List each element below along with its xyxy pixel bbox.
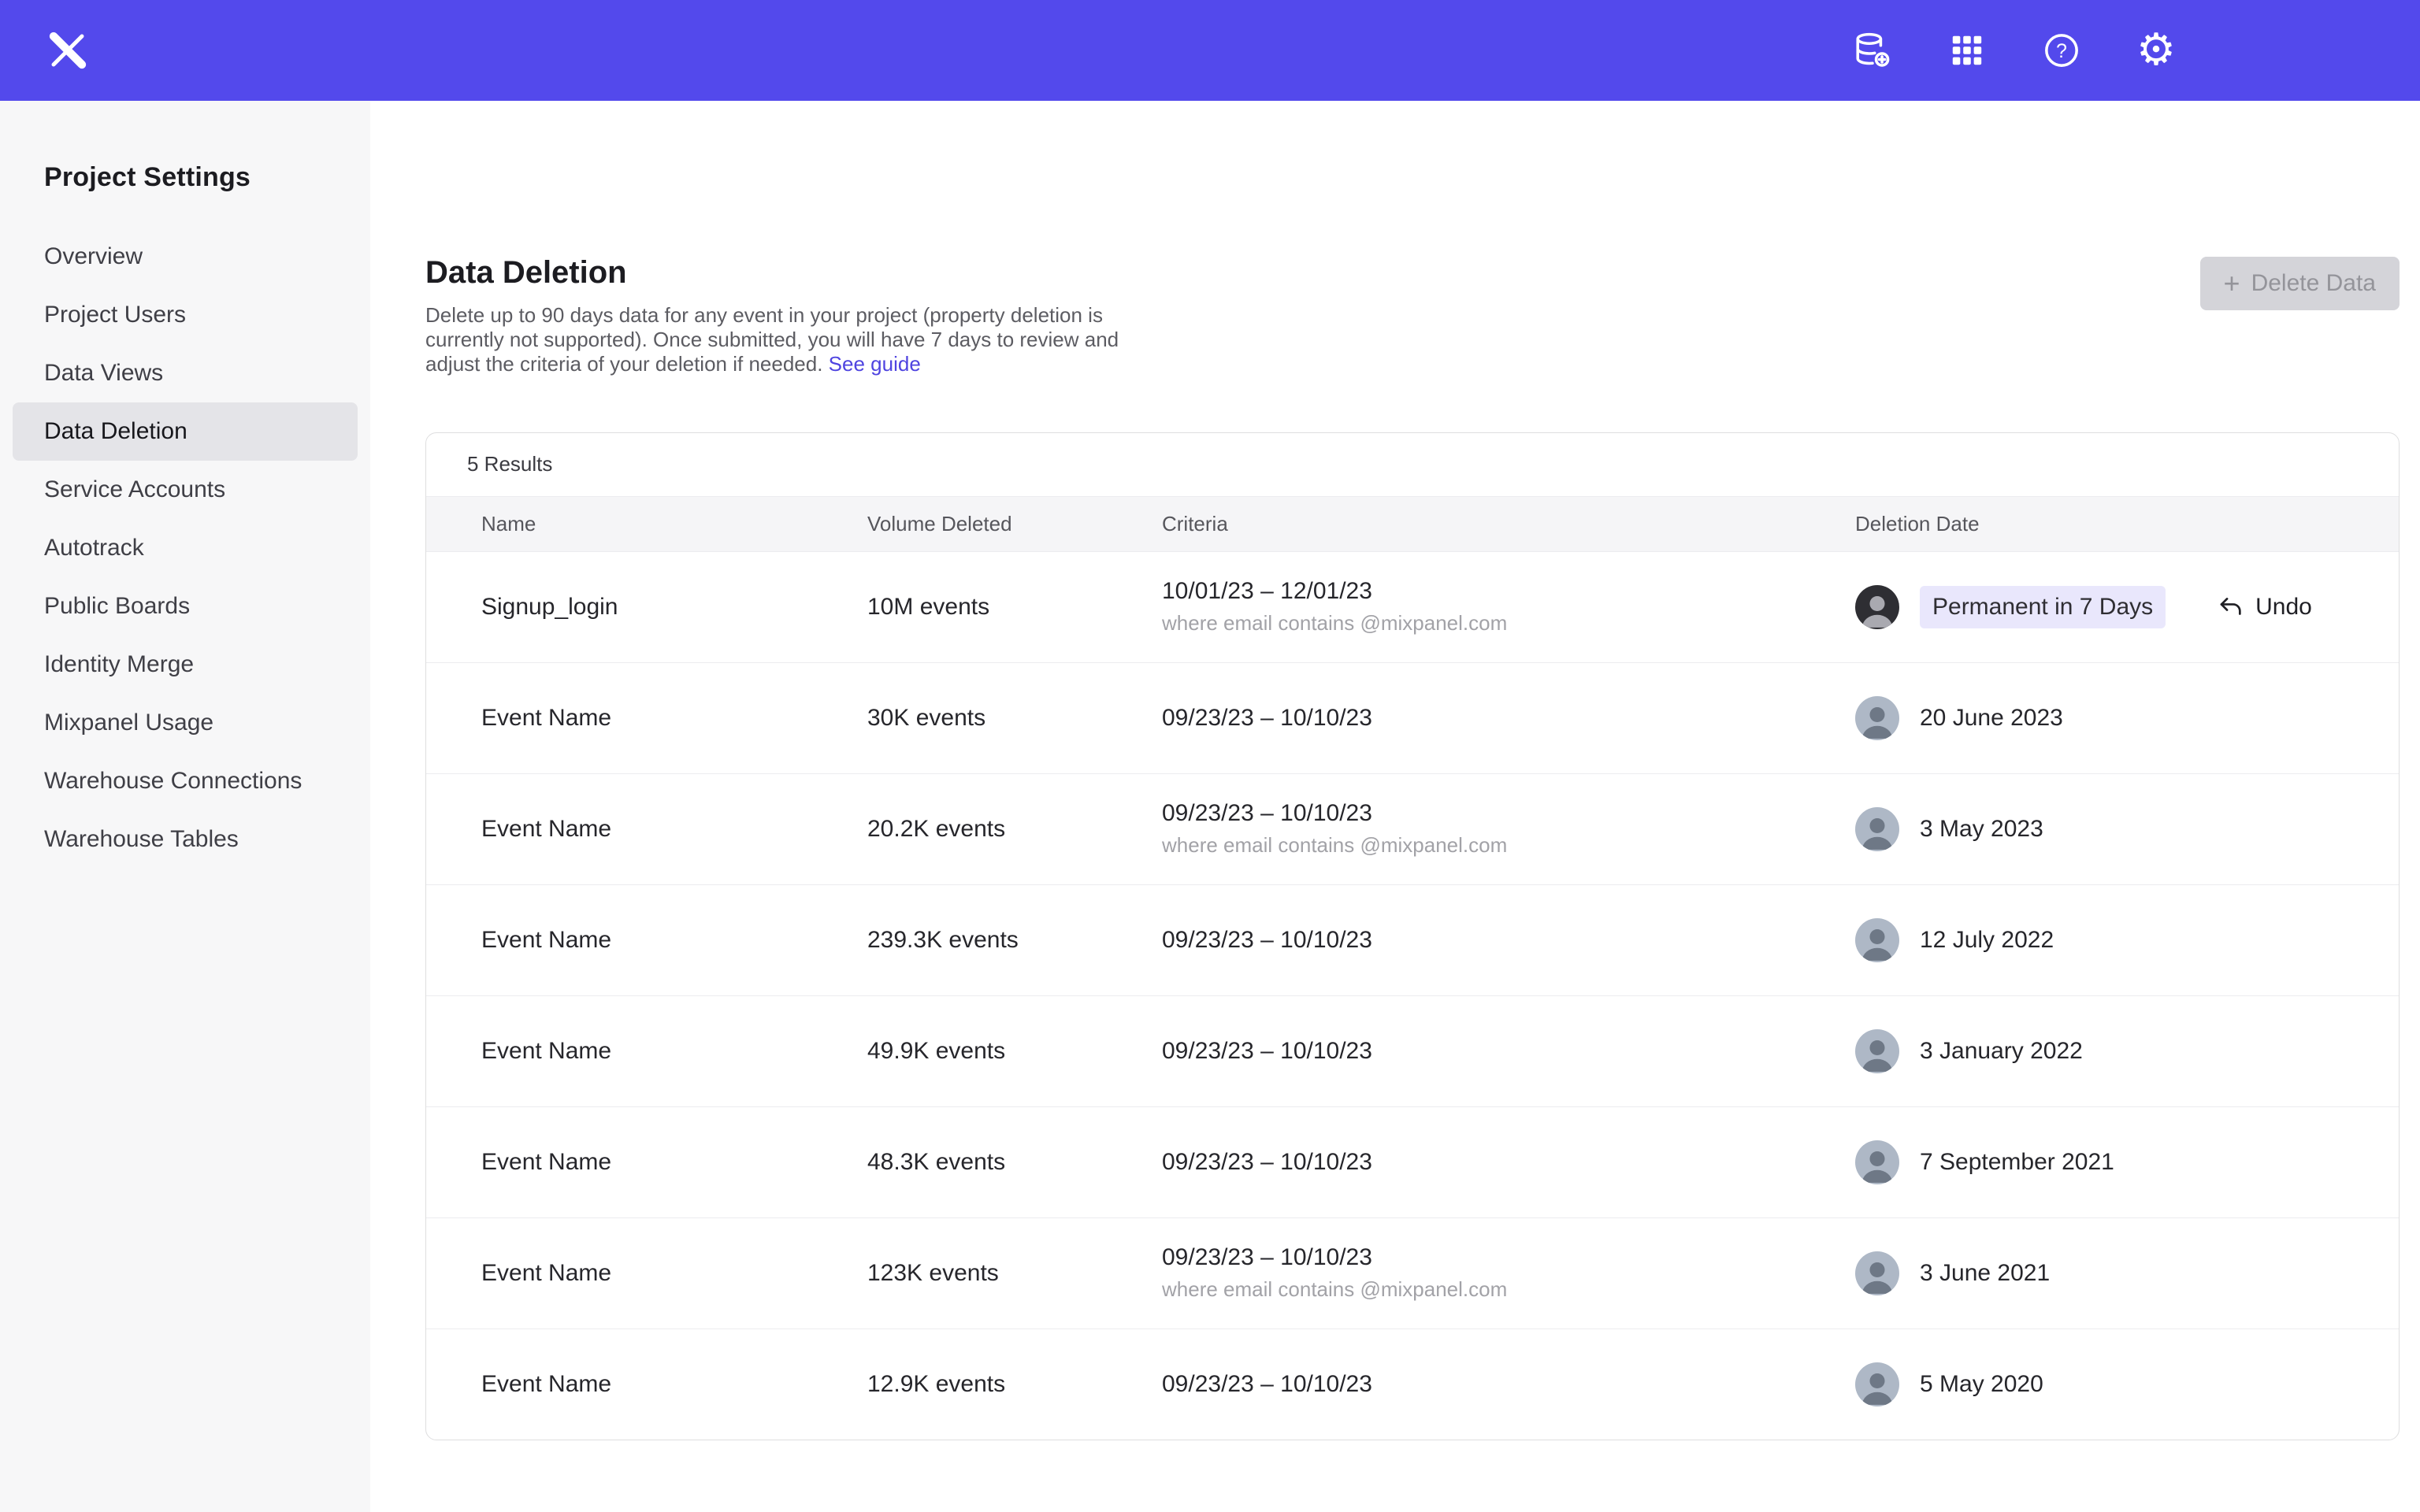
apps-grid-icon[interactable] — [1946, 29, 1988, 72]
avatar — [1855, 1029, 1899, 1073]
deletion-date: 3 June 2021 — [1920, 1260, 2050, 1287]
column-header-criteria: Criteria — [1162, 512, 1855, 536]
table-body: Signup_login10M events10/01/23 – 12/01/2… — [426, 551, 2399, 1440]
avatar — [1855, 918, 1899, 962]
avatar — [1855, 807, 1899, 851]
row-criteria: 09/23/23 – 10/10/23 — [1162, 1149, 1855, 1176]
deletion-date: 12 July 2022 — [1920, 927, 2054, 954]
deletion-date: 3 May 2023 — [1920, 816, 2043, 843]
avatar — [1855, 696, 1899, 740]
topbar: ? ⚙ — [0, 0, 2420, 101]
row-volume: 10M events — [867, 594, 1162, 621]
column-header-name: Name — [481, 512, 867, 536]
page-title: Data Deletion — [425, 255, 1126, 291]
undo-label: Undo — [2255, 594, 2312, 621]
main-content: Data Deletion Delete up to 90 days data … — [370, 101, 2420, 1512]
deletion-date: 5 May 2020 — [1920, 1371, 2043, 1398]
main-header: Data Deletion Delete up to 90 days data … — [425, 255, 2400, 377]
table-row: Event Name239.3K events09/23/23 – 10/10/… — [426, 884, 2399, 995]
row-criteria-filter: where email contains @mixpanel.com — [1162, 833, 1855, 858]
sidebar-title: Project Settings — [0, 162, 370, 193]
row-volume: 20.2K events — [867, 816, 1162, 843]
row-criteria: 09/23/23 – 10/10/23where email contains … — [1162, 800, 1855, 858]
row-deletion: 3 June 2021 — [1855, 1251, 2344, 1295]
row-criteria-filter: where email contains @mixpanel.com — [1162, 611, 1855, 636]
row-volume: 49.9K events — [867, 1038, 1162, 1065]
page-description: Delete up to 90 days data for any event … — [425, 303, 1126, 377]
deletion-table-card: 5 Results Name Volume Deleted Criteria D… — [425, 432, 2400, 1440]
avatar — [1855, 1251, 1899, 1295]
plus-icon: + — [2224, 269, 2240, 298]
sidebar-item-data-views[interactable]: Data Views — [13, 344, 358, 402]
avatar — [1855, 585, 1899, 629]
row-volume: 123K events — [867, 1260, 1162, 1287]
row-criteria-filter: where email contains @mixpanel.com — [1162, 1277, 1855, 1302]
row-name: Event Name — [481, 1260, 867, 1287]
sidebar-item-warehouse-tables[interactable]: Warehouse Tables — [13, 810, 358, 869]
table-row: Event Name49.9K events09/23/23 – 10/10/2… — [426, 995, 2399, 1106]
row-name: Event Name — [481, 1371, 867, 1398]
gear-icon[interactable]: ⚙ — [2135, 29, 2177, 72]
deletion-date: 3 January 2022 — [1920, 1038, 2083, 1065]
avatar — [1855, 1362, 1899, 1406]
row-deletion: 20 June 2023 — [1855, 696, 2344, 740]
column-header-volume: Volume Deleted — [867, 512, 1162, 536]
help-icon[interactable]: ? — [2040, 29, 2083, 72]
row-name: Event Name — [481, 816, 867, 843]
sidebar-item-identity-merge[interactable]: Identity Merge — [13, 636, 358, 694]
row-deletion: Permanent in 7 Days Undo — [1855, 585, 2344, 629]
sidebar-item-public-boards[interactable]: Public Boards — [13, 577, 358, 636]
delete-data-button[interactable]: + Delete Data — [2200, 257, 2400, 310]
table-row: Signup_login10M events10/01/23 – 12/01/2… — [426, 551, 2399, 662]
row-deletion: 12 July 2022 — [1855, 918, 2344, 962]
row-name: Event Name — [481, 1038, 867, 1065]
column-header-deletion-date: Deletion Date — [1855, 512, 2344, 536]
row-deletion: 5 May 2020 — [1855, 1362, 2344, 1406]
avatar — [1855, 1140, 1899, 1184]
row-name: Event Name — [481, 927, 867, 954]
row-volume: 48.3K events — [867, 1149, 1162, 1176]
undo-icon — [2218, 594, 2244, 621]
topbar-icons: ? ⚙ — [1851, 29, 2177, 72]
row-deletion: 3 May 2023 — [1855, 807, 2344, 851]
row-criteria: 09/23/23 – 10/10/23 — [1162, 1038, 1855, 1065]
sidebar-item-overview[interactable]: Overview — [13, 228, 358, 286]
table-row: Event Name30K events09/23/23 – 10/10/23 2… — [426, 662, 2399, 773]
table-header-row: Name Volume Deleted Criteria Deletion Da… — [426, 496, 2399, 551]
deletion-date: 7 September 2021 — [1920, 1149, 2114, 1176]
row-volume: 12.9K events — [867, 1371, 1162, 1398]
sidebar-list: OverviewProject UsersData ViewsData Dele… — [0, 228, 370, 869]
sidebar-item-mixpanel-usage[interactable]: Mixpanel Usage — [13, 694, 358, 752]
row-criteria: 09/23/23 – 10/10/23 — [1162, 927, 1855, 954]
results-count: 5 Results — [426, 433, 2399, 496]
row-volume: 239.3K events — [867, 927, 1162, 954]
undo-button[interactable]: Undo — [2218, 594, 2312, 621]
sidebar: Project Settings OverviewProject UsersDa… — [0, 101, 370, 1512]
sidebar-item-project-users[interactable]: Project Users — [13, 286, 358, 344]
row-criteria: 09/23/23 – 10/10/23where email contains … — [1162, 1244, 1855, 1302]
row-volume: 30K events — [867, 705, 1162, 732]
row-deletion: 7 September 2021 — [1855, 1140, 2344, 1184]
table-row: Event Name20.2K events09/23/23 – 10/10/2… — [426, 773, 2399, 884]
mixpanel-logo-icon[interactable] — [44, 27, 91, 74]
row-name: Event Name — [481, 1149, 867, 1176]
sidebar-item-warehouse-connections[interactable]: Warehouse Connections — [13, 752, 358, 810]
row-criteria: 10/01/23 – 12/01/23where email contains … — [1162, 578, 1855, 636]
row-criteria: 09/23/23 – 10/10/23 — [1162, 705, 1855, 732]
svg-text:?: ? — [2056, 40, 2067, 62]
see-guide-link[interactable]: See guide — [829, 352, 921, 376]
deletion-status-badge: Permanent in 7 Days — [1920, 586, 2166, 628]
table-row: Event Name48.3K events09/23/23 – 10/10/2… — [426, 1106, 2399, 1217]
sidebar-item-data-deletion[interactable]: Data Deletion — [13, 402, 358, 461]
row-name: Event Name — [481, 705, 867, 732]
table-row: Event Name12.9K events09/23/23 – 10/10/2… — [426, 1329, 2399, 1440]
sidebar-item-autotrack[interactable]: Autotrack — [13, 519, 358, 577]
row-name: Signup_login — [481, 594, 867, 621]
row-criteria: 09/23/23 – 10/10/23 — [1162, 1371, 1855, 1398]
sidebar-item-service-accounts[interactable]: Service Accounts — [13, 461, 358, 519]
table-row: Event Name123K events09/23/23 – 10/10/23… — [426, 1217, 2399, 1329]
data-icon[interactable] — [1851, 29, 1894, 72]
deletion-date: 20 June 2023 — [1920, 705, 2063, 732]
row-deletion: 3 January 2022 — [1855, 1029, 2344, 1073]
